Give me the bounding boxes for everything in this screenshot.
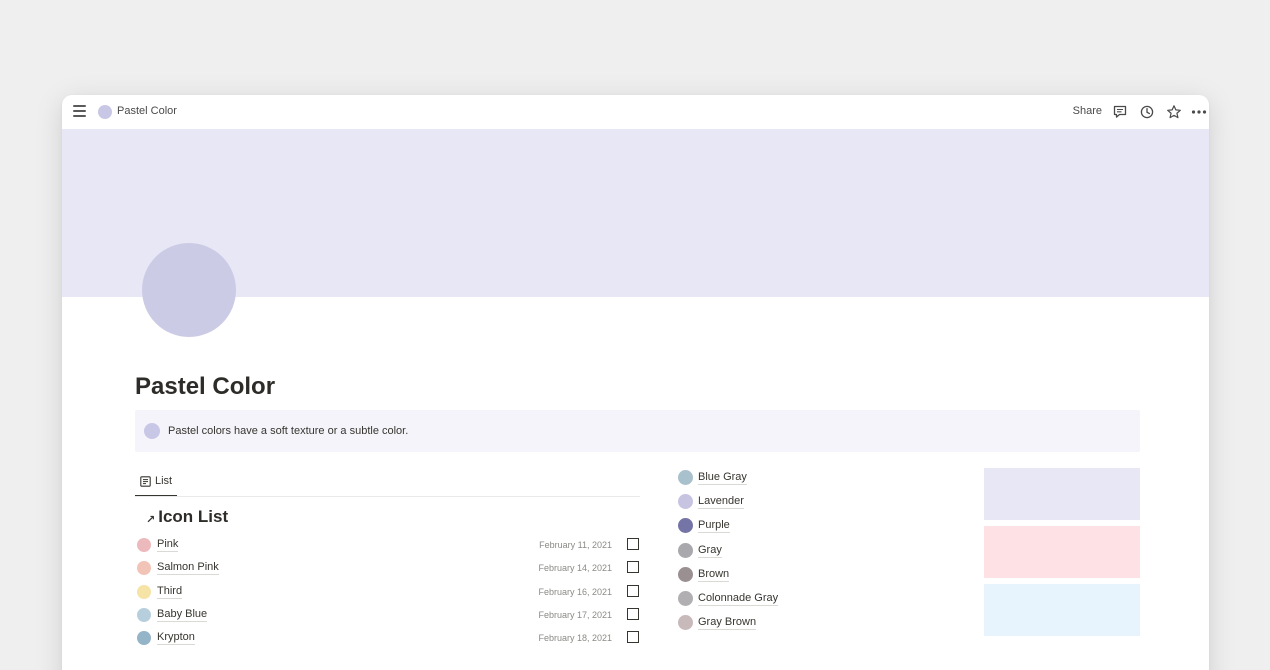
list-item-checkbox[interactable] [627,538,639,550]
list-item-name: Salmon Pink [157,561,219,576]
list-item-checkbox[interactable] [627,631,639,644]
color-dot-icon [678,615,693,631]
tab-list[interactable]: List [135,473,178,497]
color-item-name: Brown [698,567,730,582]
list-item-date: February 18, 2021 [538,633,612,644]
breadcrumb[interactable]: Pastel Color [117,105,177,117]
color-item-name: Colonnade Gray [698,592,779,606]
color-dot-icon [137,561,151,576]
app-window: Pastel Color Share Pastel Color Pastel c… [62,95,1209,670]
list-item-date: February 17, 2021 [538,609,612,620]
tab-label: List [155,475,173,487]
list-item[interactable]: Krypton February 18, 2021 [135,628,640,648]
more-icon[interactable] [1191,104,1207,120]
list-item-name: Baby Blue [157,607,208,622]
color-dot-icon [678,591,693,606]
tab-divider [135,496,640,497]
color-swatch [984,526,1140,578]
callout-text: Pastel colors have a soft texture or a s… [168,425,409,437]
share-button[interactable]: Share [1073,105,1102,117]
color-dot-icon [137,584,151,599]
color-dot-icon [678,518,693,534]
page-icon[interactable] [142,243,236,337]
color-dot-icon [137,607,151,622]
color-dot-icon [678,470,693,485]
list-item[interactable]: Third February 16, 2021 [135,582,640,602]
link-arrow-icon: ↗ [146,513,156,526]
comment-icon[interactable] [1112,104,1128,120]
list-item-name: Third [157,584,183,599]
list-item-checkbox[interactable] [627,561,639,574]
color-dot-icon [678,494,693,510]
callout-icon [144,423,160,439]
color-item-name: Gray [698,543,722,558]
color-swatch [984,468,1140,520]
color-dot-icon [678,542,693,558]
color-item-name: Gray Brown [698,616,757,631]
page-cover [62,129,1209,297]
list-view-icon [140,476,151,487]
color-item-name: Lavender [698,495,744,510]
menu-icon[interactable] [73,105,86,117]
history-icon[interactable] [1139,104,1155,120]
list-item-checkbox[interactable] [627,584,639,597]
color-dot-icon [137,538,151,552]
color-item-name: Blue Gray [698,471,747,485]
color-swatch [984,584,1140,636]
list-item[interactable]: Pink February 11, 2021 [135,535,640,555]
topbar: Pastel Color Share [62,95,1209,129]
list-item-date: February 16, 2021 [538,586,612,597]
list-item-date: February 14, 2021 [538,563,612,574]
page-title: Pastel Color [135,373,276,400]
list-title[interactable]: ↗ Icon List [146,507,228,527]
star-icon[interactable] [1166,104,1182,120]
list-item-name: Pink [157,538,179,552]
color-dot-icon [678,566,693,582]
list-item-checkbox[interactable] [627,607,639,620]
list-item-name: Krypton [157,631,195,646]
color-dot-icon [137,631,151,646]
list-title-text: Icon List [158,507,229,526]
breadcrumb-page-icon[interactable] [98,105,112,119]
list-item[interactable]: Baby Blue February 17, 2021 [135,605,640,625]
list-item[interactable]: Salmon Pink February 14, 2021 [135,558,640,578]
callout: Pastel colors have a soft texture or a s… [135,410,1140,452]
list-item-date: February 11, 2021 [539,540,612,550]
color-item-name: Purple [698,519,730,534]
